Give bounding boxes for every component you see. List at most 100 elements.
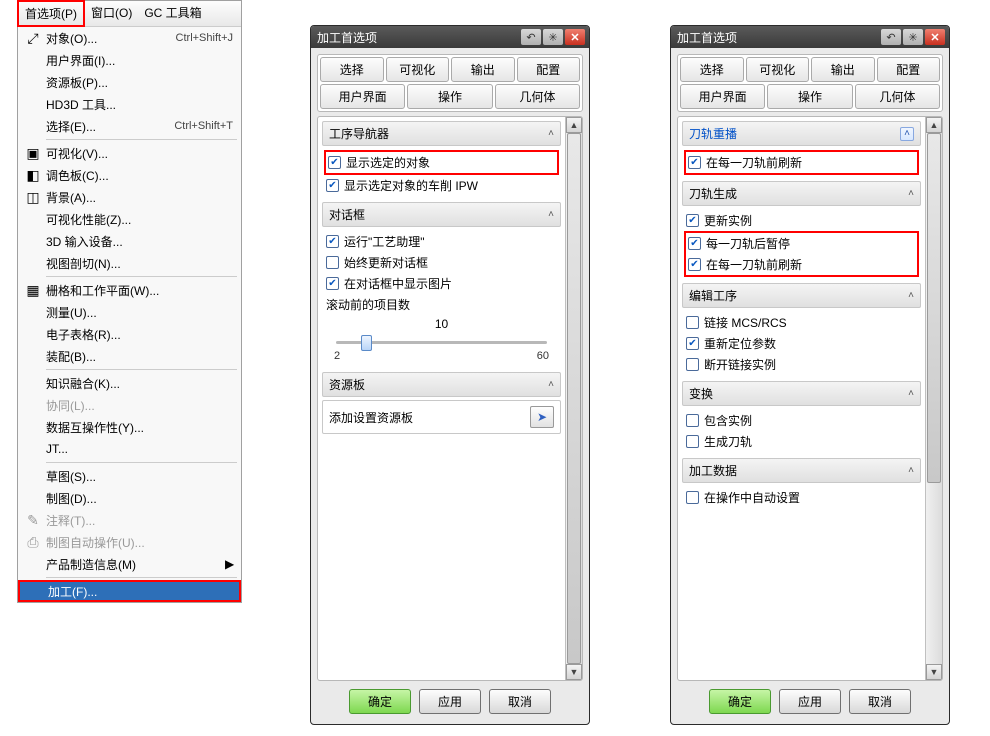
menu-item[interactable]: ⤢对象(O)...Ctrl+Shift+J	[18, 27, 241, 49]
menu-item[interactable]: 视图剖切(N)...	[18, 252, 241, 274]
menu-item[interactable]: HD3D 工具...	[18, 93, 241, 115]
menubar-preferences[interactable]: 首选项(P)	[17, 0, 85, 27]
chk-always-update-row[interactable]: 始终更新对话框	[324, 252, 559, 273]
tab-select[interactable]: 选择	[320, 57, 384, 82]
tab-select[interactable]: 选择	[680, 57, 744, 82]
chk-auto-set[interactable]: 在操作中自动设置	[684, 487, 919, 508]
chk-refresh-before-gen[interactable]: 在每一刀轨前刷新	[686, 254, 917, 275]
tab-visualize[interactable]: 可视化	[386, 57, 450, 82]
checkbox-icon[interactable]	[688, 237, 701, 250]
chk-update-instance[interactable]: 更新实例	[684, 210, 919, 231]
checkbox-icon[interactable]	[326, 179, 339, 192]
checkbox-icon[interactable]	[686, 316, 699, 329]
menu-item[interactable]: ▣可视化(V)...	[18, 142, 241, 164]
tab-geometry[interactable]: 几何体	[495, 84, 580, 109]
add-resource-button[interactable]: ➤	[530, 406, 554, 428]
scroll-up-icon[interactable]: ▲	[566, 117, 582, 133]
menu-item[interactable]: 测量(U)...	[18, 301, 241, 323]
undo-icon[interactable]: ↶	[881, 29, 901, 45]
section-dialog[interactable]: 对话框˄	[322, 202, 561, 227]
scrollbar[interactable]: ▲ ▼	[925, 117, 942, 680]
chk-generate-path[interactable]: 生成刀轨	[684, 431, 919, 452]
chk-link-mcs[interactable]: 链接 MCS/RCS	[684, 312, 919, 333]
section-toolpath-replay[interactable]: 刀轨重播˄	[682, 121, 921, 146]
close-icon[interactable]: ✕	[565, 29, 585, 45]
scroll-thumb[interactable]	[927, 133, 941, 483]
chk-reset-params[interactable]: 重新定位参数	[684, 333, 919, 354]
chk-run-tech-row[interactable]: 运行"工艺助理"	[324, 231, 559, 252]
menu-item[interactable]: 3D 输入设备...	[18, 230, 241, 252]
tab-ui[interactable]: 用户界面	[320, 84, 405, 109]
menu-item[interactable]: 电子表格(R)...	[18, 323, 241, 345]
menu-item[interactable]: JT...	[18, 438, 241, 460]
scroll-down-icon[interactable]: ▼	[566, 664, 582, 680]
section-machining-data[interactable]: 加工数据˄	[682, 458, 921, 483]
ok-button[interactable]: 确定	[349, 689, 411, 714]
menu-item[interactable]: 用户界面(I)...	[18, 49, 241, 71]
checkbox-icon[interactable]	[326, 256, 339, 269]
chk-pause-each[interactable]: 每一刀轨后暂停	[686, 233, 917, 254]
tab-geometry[interactable]: 几何体	[855, 84, 940, 109]
chk-include-instance[interactable]: 包含实例	[684, 410, 919, 431]
checkbox-icon[interactable]	[326, 277, 339, 290]
menu-item[interactable]: 加工(F)...	[18, 580, 241, 602]
cancel-button[interactable]: 取消	[489, 689, 551, 714]
menubar-window[interactable]: 窗口(O)	[85, 1, 138, 26]
menubar-toolbox[interactable]: GC 工具箱	[138, 1, 207, 26]
apply-button[interactable]: 应用	[779, 689, 841, 714]
scroll-thumb[interactable]	[567, 133, 581, 664]
tab-output[interactable]: 输出	[811, 57, 875, 82]
close-icon[interactable]: ✕	[925, 29, 945, 45]
tab-operation[interactable]: 操作	[407, 84, 492, 109]
checkbox-icon[interactable]	[686, 337, 699, 350]
checkbox-icon[interactable]	[686, 358, 699, 371]
chk-refresh-before-replay[interactable]: 在每一刀轨前刷新	[684, 150, 919, 175]
menu-item[interactable]: 草图(S)...	[18, 465, 241, 487]
chk-break-link[interactable]: 断开链接实例	[684, 354, 919, 375]
section-resource-board[interactable]: 资源板˄	[322, 372, 561, 397]
chk-show-selected-row[interactable]: 显示选定的对象	[324, 150, 559, 175]
ok-button[interactable]: 确定	[709, 689, 771, 714]
checkbox-icon[interactable]	[686, 214, 699, 227]
checkbox-icon[interactable]	[686, 491, 699, 504]
tab-visualize[interactable]: 可视化	[746, 57, 810, 82]
menu-item[interactable]: ◫背景(A)...	[18, 186, 241, 208]
section-operation-navigator[interactable]: 工序导航器˄	[322, 121, 561, 146]
scroll-down-icon[interactable]: ▼	[926, 664, 942, 680]
gear-icon[interactable]: ✳	[543, 29, 563, 45]
apply-button[interactable]: 应用	[419, 689, 481, 714]
undo-icon[interactable]: ↶	[521, 29, 541, 45]
menu-item[interactable]: 资源板(P)...	[18, 71, 241, 93]
section-transform[interactable]: 变换˄	[682, 381, 921, 406]
menu-item[interactable]: 数据互操作性(Y)...	[18, 416, 241, 438]
checkbox-icon[interactable]	[326, 235, 339, 248]
menu-item[interactable]: ◧调色板(C)...	[18, 164, 241, 186]
gear-icon[interactable]: ✳	[903, 29, 923, 45]
tab-operation[interactable]: 操作	[767, 84, 852, 109]
tab-config[interactable]: 配置	[877, 57, 941, 82]
menu-item[interactable]: 选择(E)...Ctrl+Shift+T	[18, 115, 241, 137]
checkbox-icon[interactable]	[688, 258, 701, 271]
chk-show-pics-row[interactable]: 在对话框中显示图片	[324, 273, 559, 294]
tab-output[interactable]: 输出	[451, 57, 515, 82]
menu-item[interactable]: 知识融合(K)...	[18, 372, 241, 394]
checkbox-icon[interactable]	[686, 435, 699, 448]
section-edit-operation[interactable]: 编辑工序˄	[682, 283, 921, 308]
checkbox-icon[interactable]	[686, 414, 699, 427]
menu-item[interactable]: 装配(B)...	[18, 345, 241, 367]
item-count-slider[interactable]: 10 260	[324, 315, 559, 366]
cancel-button[interactable]: 取消	[849, 689, 911, 714]
tab-config[interactable]: 配置	[517, 57, 581, 82]
chk-show-ipw-row[interactable]: 显示选定对象的车削 IPW	[324, 175, 559, 196]
menu-item[interactable]: 制图(D)...	[18, 487, 241, 509]
checkbox-icon[interactable]	[328, 156, 341, 169]
slider-track[interactable]	[336, 341, 547, 344]
scrollbar[interactable]: ▲ ▼	[565, 117, 582, 680]
scroll-up-icon[interactable]: ▲	[926, 117, 942, 133]
menu-item[interactable]: 产品制造信息(M)▶	[18, 553, 241, 575]
slider-thumb[interactable]	[361, 335, 372, 351]
section-toolpath-generate[interactable]: 刀轨生成˄	[682, 181, 921, 206]
tab-ui[interactable]: 用户界面	[680, 84, 765, 109]
menu-item[interactable]: 可视化性能(Z)...	[18, 208, 241, 230]
menu-item[interactable]: ▦栅格和工作平面(W)...	[18, 279, 241, 301]
